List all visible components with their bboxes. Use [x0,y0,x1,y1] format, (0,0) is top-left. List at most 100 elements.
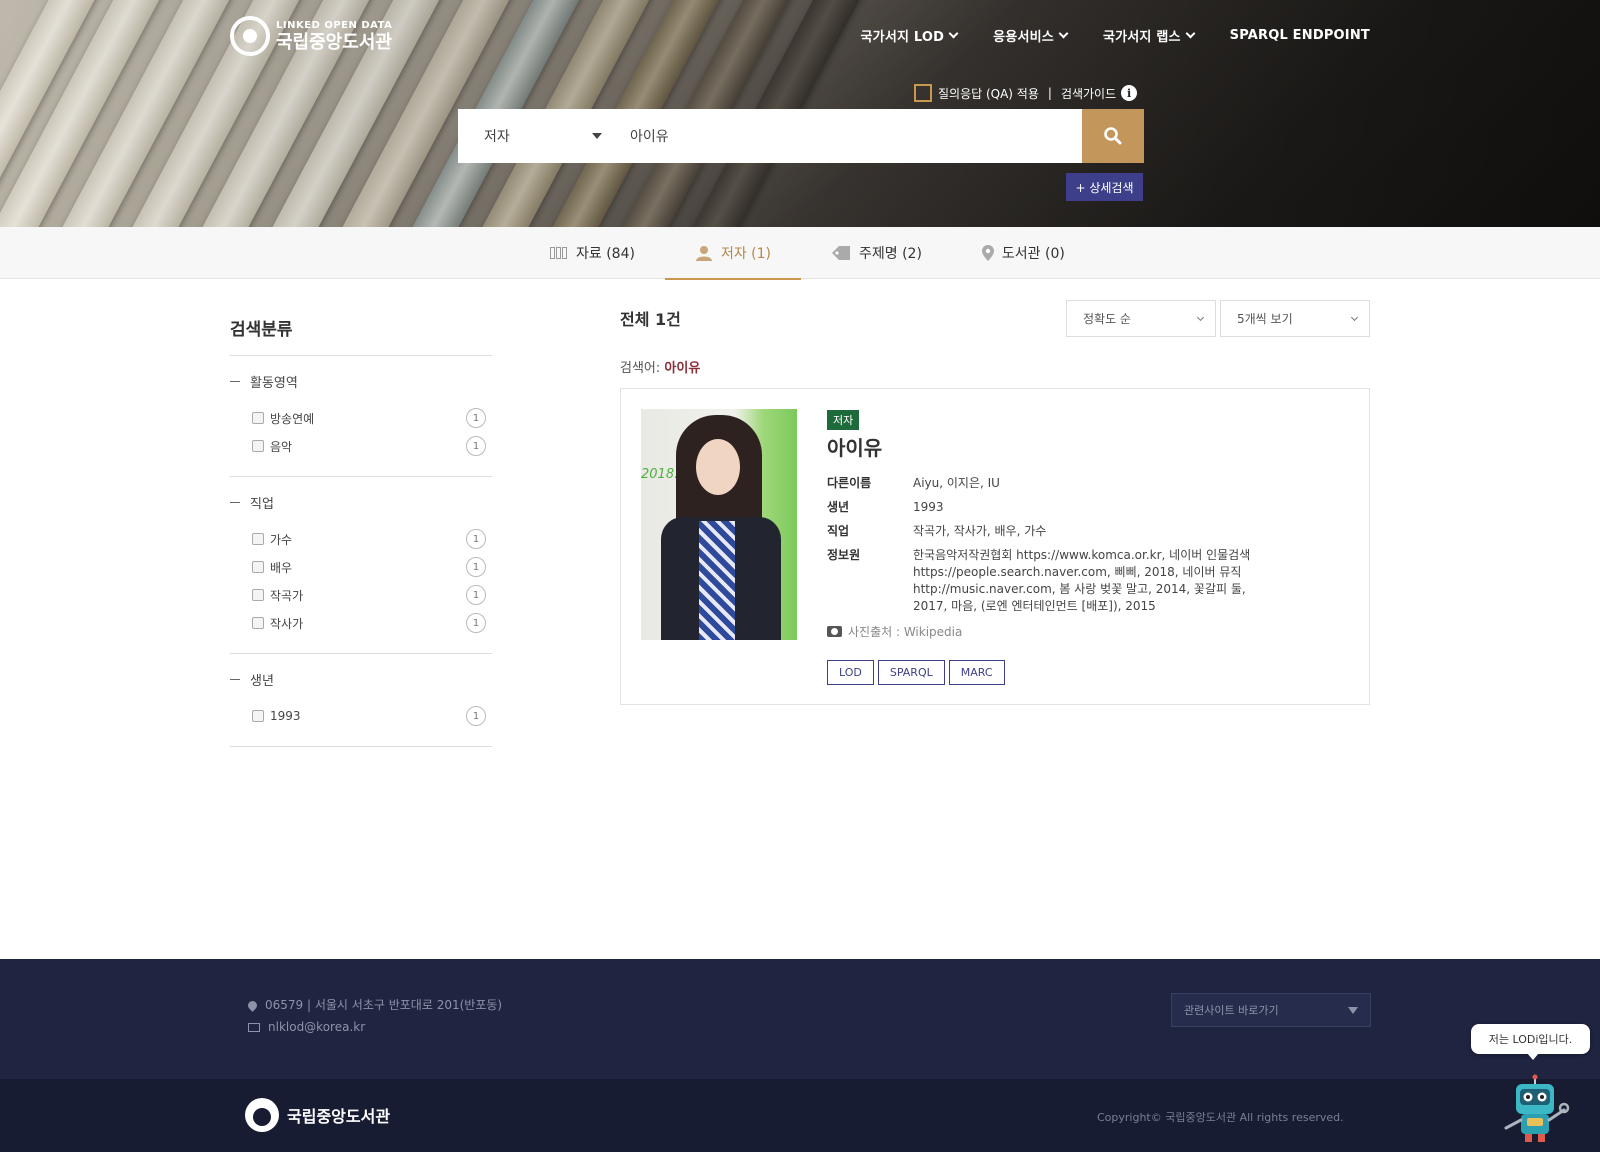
site-logo[interactable]: LINKED OPEN DATA 국립중앙도서관 [230,16,392,56]
tab-subjects[interactable]: 주제명 (2) [801,227,952,279]
checkbox[interactable] [252,561,264,573]
author-name[interactable]: 아이유 [827,432,882,461]
advanced-search-button[interactable]: + 상세검색 [1066,173,1143,201]
facet-option[interactable]: 음악 [252,438,292,455]
info-label: 정보원 [827,548,861,562]
facet-item: 음악 1 [230,432,492,460]
marc-button[interactable]: MARC [948,660,1005,685]
author-result-card: 2018. 0 저자 아이유 다른이름 Aiyu, 이지은, IU 생년 199… [620,388,1370,705]
qa-label[interactable]: 질의응답 (QA) 적용 [938,85,1039,102]
author-badge: 저자 [827,410,860,430]
checkbox[interactable] [252,589,264,601]
chevron-down-icon [1058,28,1069,39]
tab-label: 자료 (84) [576,246,635,262]
person-icon [695,246,712,261]
nav-applications[interactable]: 응용서비스 [993,26,1069,45]
photo-credit-text: 사진출처 : Wikipedia [848,625,963,639]
mail-icon [248,1022,260,1032]
facet-occupation: 직업 가수 1 배우 1 작곡가 1 작사가 1 [230,477,492,654]
nav-label: 국가서지 랩스 [1102,30,1181,45]
facet-count: 1 [466,613,486,633]
photo-shirt [699,521,735,640]
search-input[interactable] [618,109,1082,163]
checkbox[interactable] [252,533,264,545]
facet-count: 1 [466,557,486,577]
facet-option-label: 배우 [270,560,293,575]
email-row: nlklod@korea.kr [248,1016,502,1038]
tab-libraries[interactable]: 도서관 (0) [952,227,1095,279]
facet-toggle[interactable]: 생년 [230,664,492,694]
sidebar-title: 검색분류 [230,300,492,356]
facet-option[interactable]: 배우 [252,559,292,576]
sort-select[interactable]: 정확도 순 [1066,300,1216,337]
tag-icon [832,246,850,260]
facet-toggle[interactable]: 활동영역 [230,366,492,396]
copyright: Copyright© 국립중앙도서관 All rights reserved. [1097,1111,1344,1124]
facet-item: 1993 1 [230,702,492,730]
info-row: 생년 1993 [827,499,1347,516]
facet-option[interactable]: 가수 [252,531,292,548]
footer-contact: 06579 | 서울시 서초구 반포대로 201(반포동) nlklod@kor… [246,994,503,1038]
query-value: 아이유 [664,361,701,376]
address-text: 06579 | 서울시 서초구 반포대로 201(반포동) [265,998,503,1012]
info-value: Aiyu, 이지은, IU [913,476,1000,490]
author-photo[interactable]: 2018. 0 [641,409,797,640]
info-label: 생년 [827,500,850,514]
facet-option[interactable]: 방송연예 [252,410,314,427]
info-label: 직업 [827,524,850,538]
nlk-emblem-icon [245,1098,279,1132]
nav-labs[interactable]: 국가서지 랩스 [1102,26,1196,45]
checkbox[interactable] [252,710,264,722]
qa-separator: | [1047,86,1052,100]
info-icon[interactable]: i [1121,85,1138,101]
lod-button[interactable]: LOD [827,660,874,685]
nav-sparql-endpoint[interactable]: SPARQL ENDPOINT [1230,26,1370,45]
related-sites-label: 관련사이트 바로가기 [1184,1004,1279,1017]
info-value: 한국음악저작권협회 https://www.komca.or.kr, 네이버 인… [913,548,1251,613]
tab-materials[interactable]: 자료 (84) [520,227,665,279]
chevron-down-icon [1185,28,1196,39]
email-link[interactable]: nlklod@korea.kr [268,1016,365,1038]
author-info: 다른이름 Aiyu, 이지은, IU 생년 1993 직업 작곡가, 작사가, … [827,475,1347,622]
search-query-line: 검색어: 아이유 [620,357,700,376]
search-scope-select[interactable]: 저자 [458,109,618,163]
per-page-select[interactable]: 5개씩 보기 [1220,300,1370,337]
location-pin-icon [246,998,259,1012]
chatbot-bubble[interactable]: 저는 LODi입니다. [1471,1024,1590,1060]
checkbox[interactable] [252,617,264,629]
facet-option-label: 작사가 [270,616,304,631]
sparql-button[interactable]: SPARQL [877,660,945,685]
minus-icon [230,501,240,503]
tab-authors[interactable]: 저자 (1) [664,227,802,280]
nav-national-bibliography-lod[interactable]: 국가서지 LOD [860,26,959,45]
info-row: 직업 작곡가, 작사가, 배우, 가수 [827,523,1347,540]
checkbox[interactable] [252,440,264,452]
facet-option[interactable]: 작사가 [252,615,303,632]
facet-option[interactable]: 작곡가 [252,587,303,604]
hero-banner: LINKED OPEN DATA 국립중앙도서관 국가서지 LOD 응용서비스 … [0,0,1600,227]
checkbox[interactable] [252,412,264,424]
qa-checkbox[interactable] [914,84,932,102]
footer-logo-text: 국립중앙도서관 [287,1107,391,1126]
search-scope-value: 저자 [484,129,510,145]
robot-mascot-icon[interactable] [1500,1074,1570,1144]
related-sites-select[interactable]: 관련사이트 바로가기 [1171,993,1371,1027]
info-row: 정보원 한국음악저작권협회 https://www.komca.or.kr, 네… [827,547,1347,615]
facet-toggle[interactable]: 직업 [230,487,492,517]
nav-label: 국가서지 LOD [860,30,945,45]
facet-birth-year: 생년 1993 1 [230,654,492,747]
facet-count: 1 [466,436,486,456]
per-page-value: 5개씩 보기 [1237,312,1293,326]
footer-logo[interactable]: 국립중앙도서관 [245,1098,390,1132]
facet-list: 가수 1 배우 1 작곡가 1 작사가 1 [230,517,492,637]
qa-options: 질의응답 (QA) 적용 | 검색가이드 i [914,84,1138,102]
search-icon [1104,127,1122,145]
search-guide-link[interactable]: 검색가이드 [1061,85,1116,102]
facet-count: 1 [466,408,486,428]
info-value: 1993 [913,500,944,514]
search-button[interactable] [1082,109,1144,163]
facet-option[interactable]: 1993 [252,709,301,723]
facet-option-label: 음악 [270,439,293,454]
caret-down-icon [592,133,602,139]
sort-value: 정확도 순 [1083,312,1131,326]
